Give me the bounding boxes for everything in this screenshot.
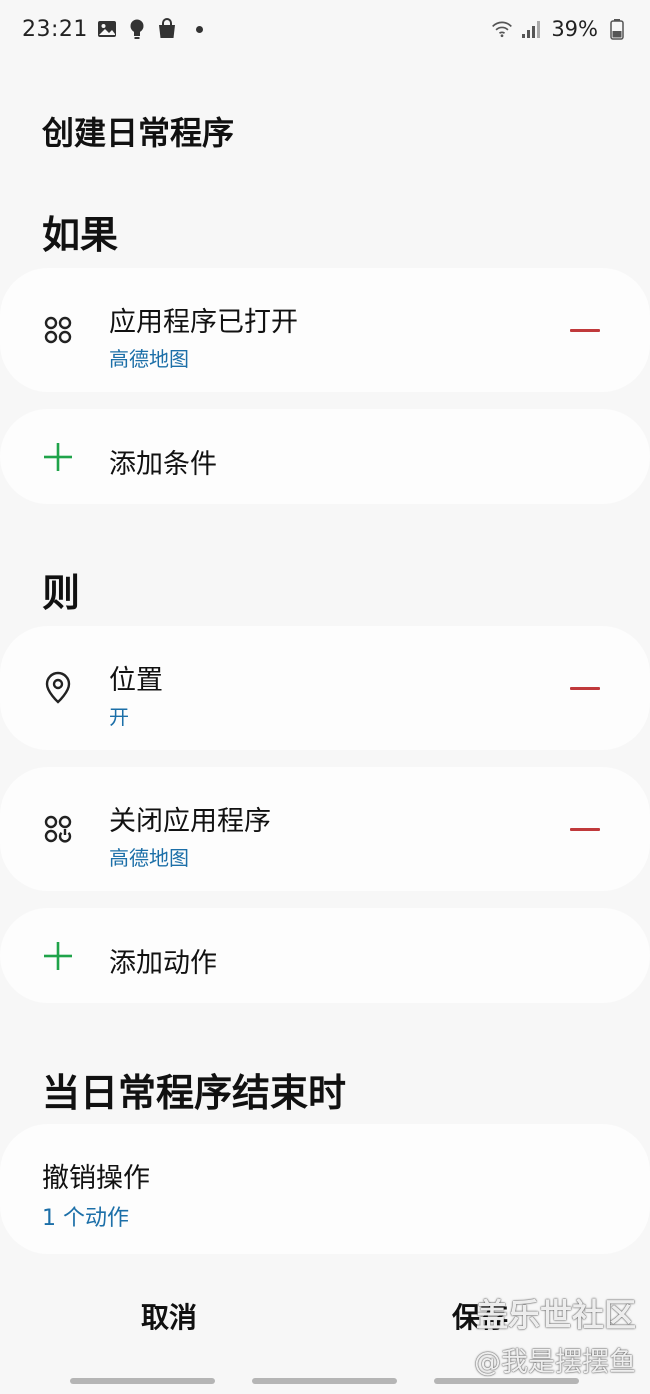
action-title: 关闭应用程序 (109, 806, 271, 837)
close-apps-icon (40, 811, 76, 847)
end-section-title: 当日常程序结束时 (42, 1071, 347, 1115)
status-bar: 23:21 39% (0, 0, 650, 58)
page-title: 创建日常程序 (42, 114, 235, 152)
shopping-bag-icon (156, 18, 178, 40)
add-action-button[interactable]: 添加动作 (0, 908, 650, 1003)
undo-actions-card[interactable]: 撤销操作 1 个动作 (0, 1124, 650, 1254)
remove-action-button[interactable] (568, 673, 602, 703)
signal-icon (521, 18, 543, 40)
location-pin-icon (40, 670, 76, 706)
if-section-title: 如果 (42, 213, 119, 257)
status-time: 23:21 (22, 16, 88, 42)
add-condition-label: 添加条件 (109, 449, 217, 480)
action-card-close-app[interactable]: 关闭应用程序 高德地图 (0, 767, 650, 891)
condition-title: 应用程序已打开 (109, 307, 298, 338)
nav-handle-left[interactable] (70, 1378, 215, 1384)
minus-icon (570, 328, 600, 332)
watermark-handle: @我是摆摆鱼 (474, 1347, 636, 1378)
minus-icon (570, 827, 600, 831)
bulb-icon (126, 18, 148, 40)
status-left: 23:21 (22, 17, 203, 42)
condition-card-app-opened[interactable]: 应用程序已打开 高德地图 (0, 268, 650, 392)
plus-icon (40, 439, 76, 475)
plus-icon (40, 938, 76, 974)
action-title: 位置 (109, 665, 163, 696)
then-section-title: 则 (42, 571, 81, 615)
action-card-location[interactable]: 位置 开 (0, 626, 650, 750)
action-subtitle: 开 (109, 705, 129, 729)
add-action-label: 添加动作 (109, 948, 217, 979)
wifi-icon (491, 18, 513, 40)
minus-icon (570, 686, 600, 690)
apps-icon (40, 312, 76, 348)
battery-percent: 39% (551, 17, 598, 41)
nav-handle-center[interactable] (252, 1378, 397, 1384)
condition-subtitle: 高德地图 (109, 347, 189, 371)
undo-subtitle: 1 个动作 (42, 1206, 129, 1231)
nav-handle-right[interactable] (434, 1378, 579, 1384)
notification-dot-icon (195, 25, 203, 33)
remove-condition-button[interactable] (568, 315, 602, 345)
action-subtitle: 高德地图 (109, 846, 189, 870)
gallery-icon (96, 18, 118, 40)
status-right: 39% (491, 17, 628, 41)
battery-icon (606, 18, 628, 40)
watermark-title: 盖乐世社区 (475, 1296, 636, 1334)
undo-title: 撤销操作 (42, 1163, 150, 1194)
cancel-button[interactable]: 取消 (141, 1296, 197, 1336)
remove-action-button[interactable] (568, 814, 602, 844)
add-condition-button[interactable]: 添加条件 (0, 409, 650, 504)
